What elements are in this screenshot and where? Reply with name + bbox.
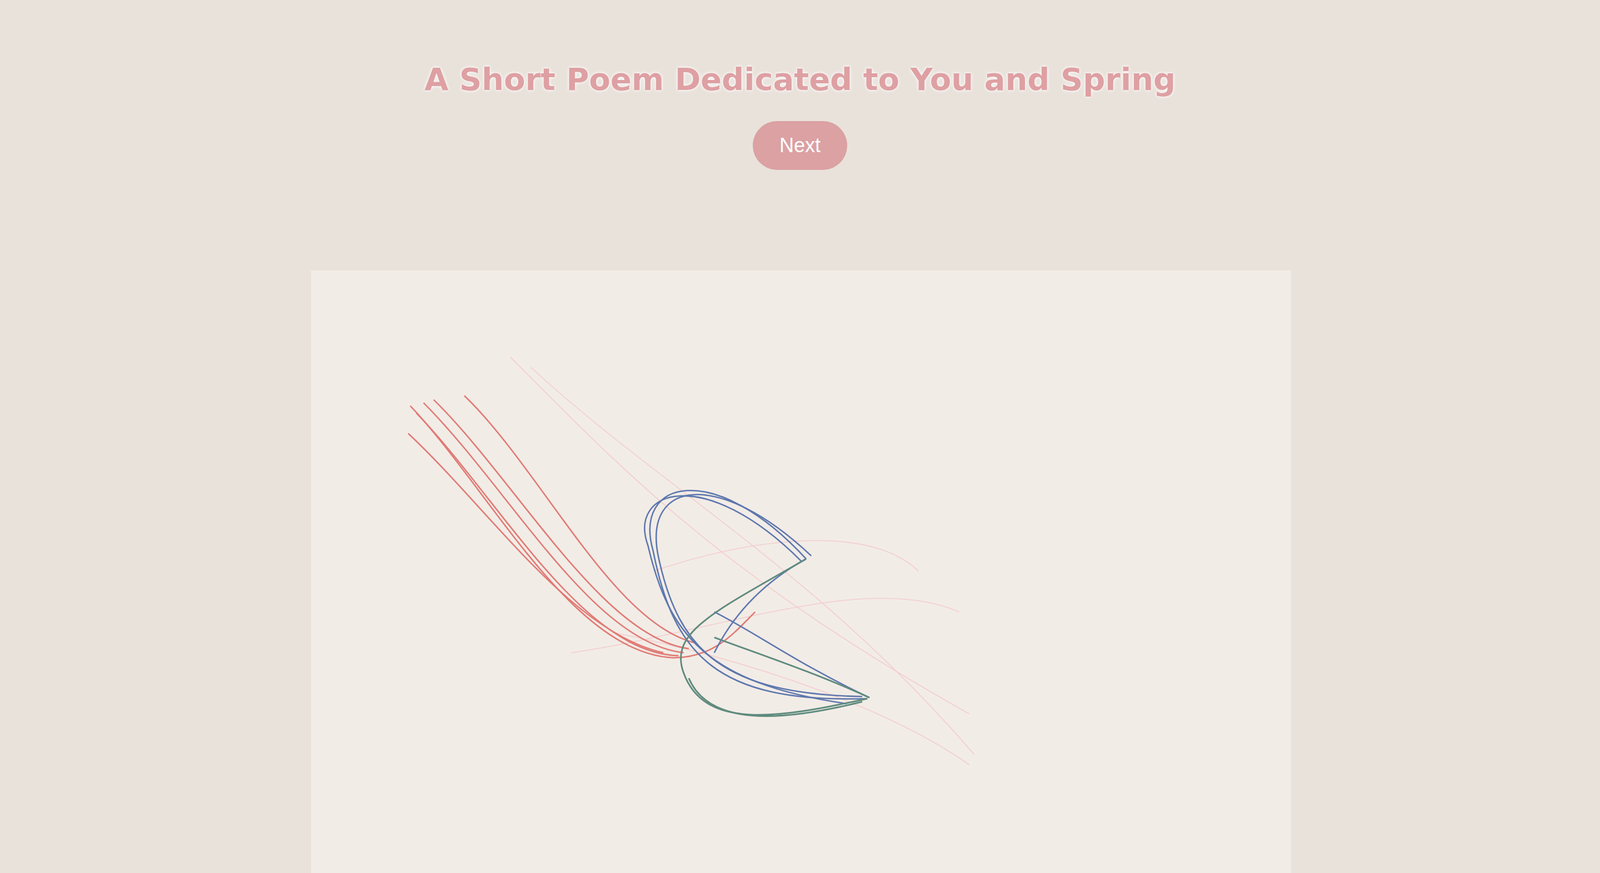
next-button[interactable]: Next bbox=[752, 121, 848, 170]
canvas-area bbox=[311, 270, 1292, 873]
page-title: A Short Poem Dedicated to You and Spring bbox=[424, 60, 1176, 99]
